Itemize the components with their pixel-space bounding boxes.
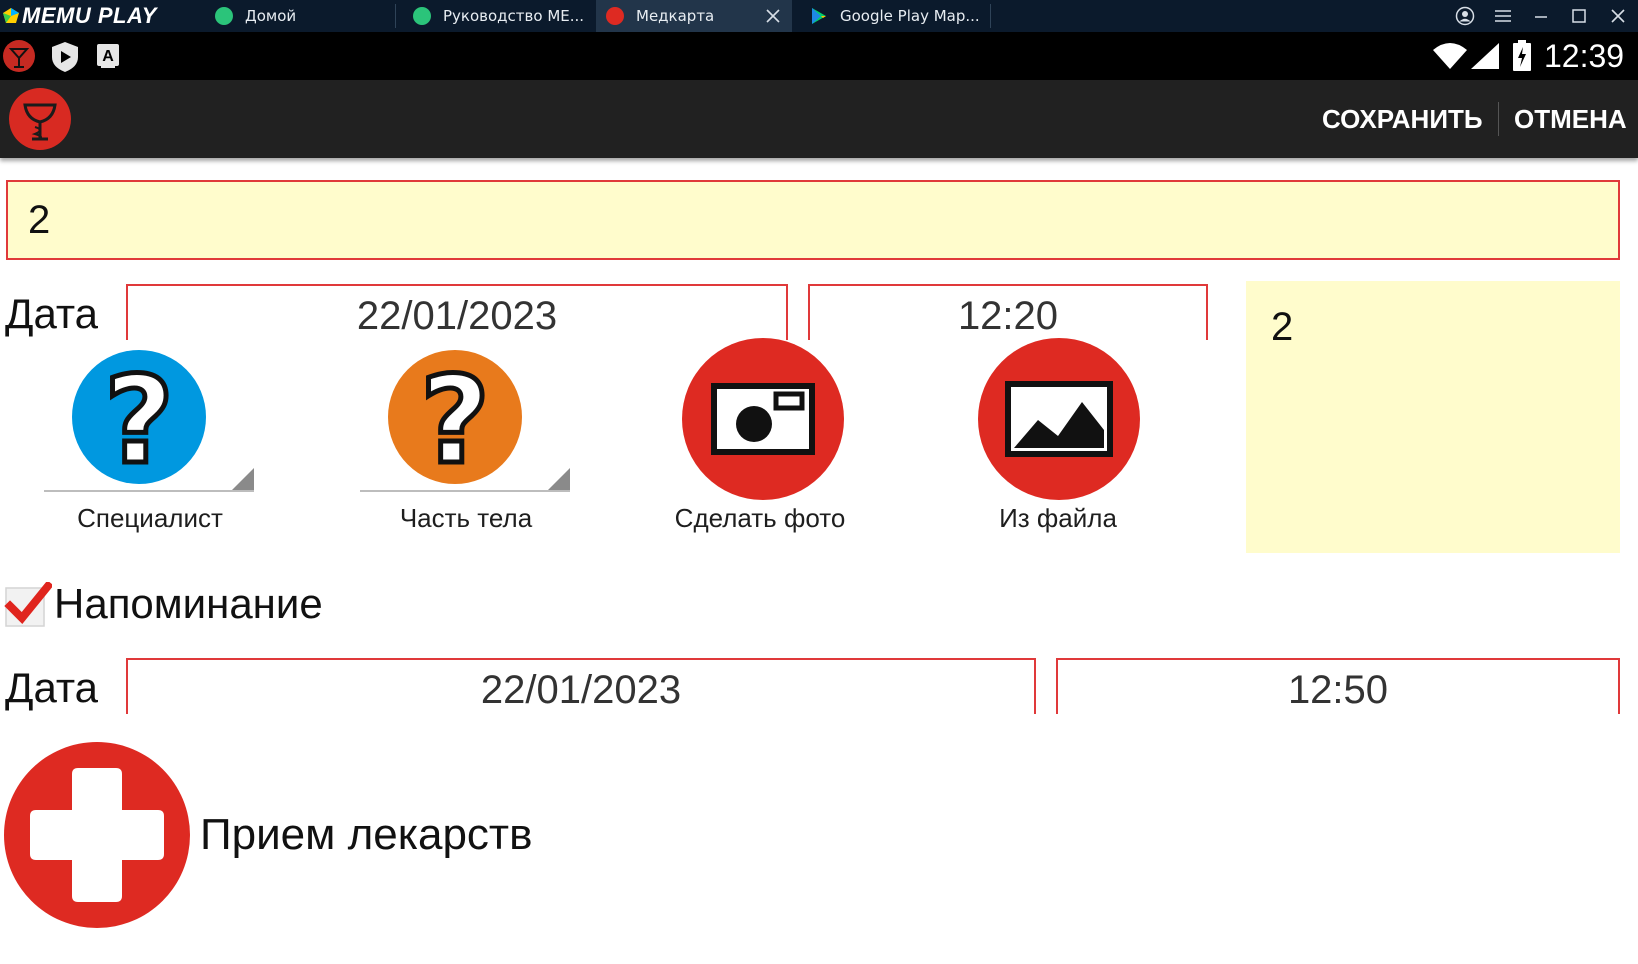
- tab-home[interactable]: Домой: [205, 0, 395, 32]
- tab-label: Google Play Map...: [840, 7, 980, 25]
- tab-label: Медкарта: [636, 7, 715, 25]
- tab-guide[interactable]: Руководство МЕ...: [403, 0, 593, 32]
- dropdown-corner-icon: [548, 468, 570, 490]
- wifi-icon: [1433, 43, 1467, 69]
- app-logo-icon: [9, 88, 71, 150]
- tab-separator: [395, 4, 396, 28]
- window-title-bar: MEMU PLAY Домой Руководство МЕ... Медкар…: [0, 0, 1638, 32]
- medcard-notification-icon: [3, 40, 35, 72]
- memu-logo: MEMU PLAY: [0, 0, 157, 32]
- close-tab-icon[interactable]: [766, 9, 780, 23]
- reminder-date-field[interactable]: 22/01/2023: [126, 658, 1036, 714]
- date-label: Дата: [5, 290, 99, 337]
- memu-logo-icon: [3, 8, 19, 23]
- keyboard-a-icon: A: [97, 44, 119, 68]
- hamburger-icon: [1495, 10, 1511, 22]
- title-input[interactable]: 2: [6, 180, 1620, 260]
- battery-icon: [1513, 40, 1531, 71]
- time-field[interactable]: 12:20: [808, 284, 1208, 340]
- svg-text:?: ?: [104, 352, 174, 484]
- reminder-date-label: Дата: [5, 664, 99, 711]
- app-action-bar: СОХРАНИТЬ ОТМЕНА: [0, 80, 1638, 158]
- take-photo-label: Сделать фото: [674, 503, 846, 533]
- account-button[interactable]: [1446, 0, 1484, 32]
- take-photo-button[interactable]: Сделать фото: [660, 338, 860, 540]
- maximize-button[interactable]: [1560, 0, 1598, 32]
- android-status-bar: A 12:39: [0, 32, 1638, 80]
- from-file-button[interactable]: Из файла: [958, 338, 1158, 540]
- menu-button[interactable]: [1484, 0, 1522, 32]
- svg-text:A: A: [102, 48, 114, 65]
- body-part-button[interactable]: ? Часть тела: [360, 350, 572, 540]
- note-input-value: 2: [1271, 305, 1294, 349]
- minimize-button[interactable]: [1522, 0, 1560, 32]
- image-icon: [978, 338, 1140, 500]
- add-cross-icon: [4, 742, 190, 928]
- from-file-label: Из файла: [999, 503, 1117, 533]
- reminder-checkbox[interactable]: Напоминание: [4, 578, 394, 630]
- medcard-app-icon: [606, 7, 624, 25]
- help-app-icon: [413, 7, 431, 25]
- note-input[interactable]: 2: [1246, 281, 1620, 553]
- tab-label: Домой: [245, 7, 297, 25]
- spinner-underline: [360, 490, 570, 492]
- reminder-time-value: 12:50: [1287, 668, 1389, 712]
- play-protect-icon: [52, 42, 78, 72]
- question-icon: ?: [72, 350, 206, 484]
- close-icon: [1611, 9, 1625, 23]
- title-input-value: 2: [28, 198, 51, 242]
- date-field[interactable]: 22/01/2023: [126, 284, 788, 340]
- reminder-date-value: 22/01/2023: [480, 668, 682, 712]
- question-icon: ?: [388, 350, 522, 484]
- date-field-value: 22/01/2023: [356, 294, 558, 338]
- checkbox-checked-icon: [4, 582, 52, 627]
- dropdown-corner-icon: [232, 468, 254, 490]
- tab-medcard[interactable]: Медкарта: [596, 0, 792, 32]
- save-button[interactable]: СОХРАНИТЬ: [1322, 80, 1483, 158]
- action-divider: [1498, 102, 1499, 136]
- signal-icon: [1471, 43, 1499, 69]
- home-app-icon: [215, 7, 233, 25]
- camera-icon: [682, 338, 844, 500]
- maximize-icon: [1572, 9, 1586, 23]
- reminder-label: Напоминание: [54, 580, 323, 627]
- time-field-value: 12:20: [957, 294, 1059, 338]
- minimize-icon: [1535, 16, 1547, 18]
- body-part-label: Часть тела: [399, 503, 533, 533]
- status-time: 12:39: [1544, 38, 1625, 74]
- tab-label: Руководство МЕ...: [443, 7, 585, 25]
- google-play-icon: [812, 8, 826, 24]
- memu-logo-text: MEMU PLAY: [22, 3, 157, 28]
- medication-button[interactable]: Прием лекарств: [4, 742, 564, 928]
- medication-label: Прием лекарств: [200, 810, 533, 859]
- spinner-underline: [44, 490, 254, 492]
- specialist-label: Специалист: [77, 503, 223, 533]
- tab-separator: [990, 4, 991, 28]
- cancel-button[interactable]: ОТМЕНА: [1514, 80, 1627, 158]
- svg-text:?: ?: [420, 352, 490, 484]
- account-icon: [1455, 6, 1475, 26]
- specialist-button[interactable]: ? Специалист: [44, 350, 256, 540]
- reminder-time-field[interactable]: 12:50: [1056, 658, 1620, 714]
- tab-google-play[interactable]: Google Play Map...: [800, 0, 990, 32]
- close-window-button[interactable]: [1598, 0, 1638, 32]
